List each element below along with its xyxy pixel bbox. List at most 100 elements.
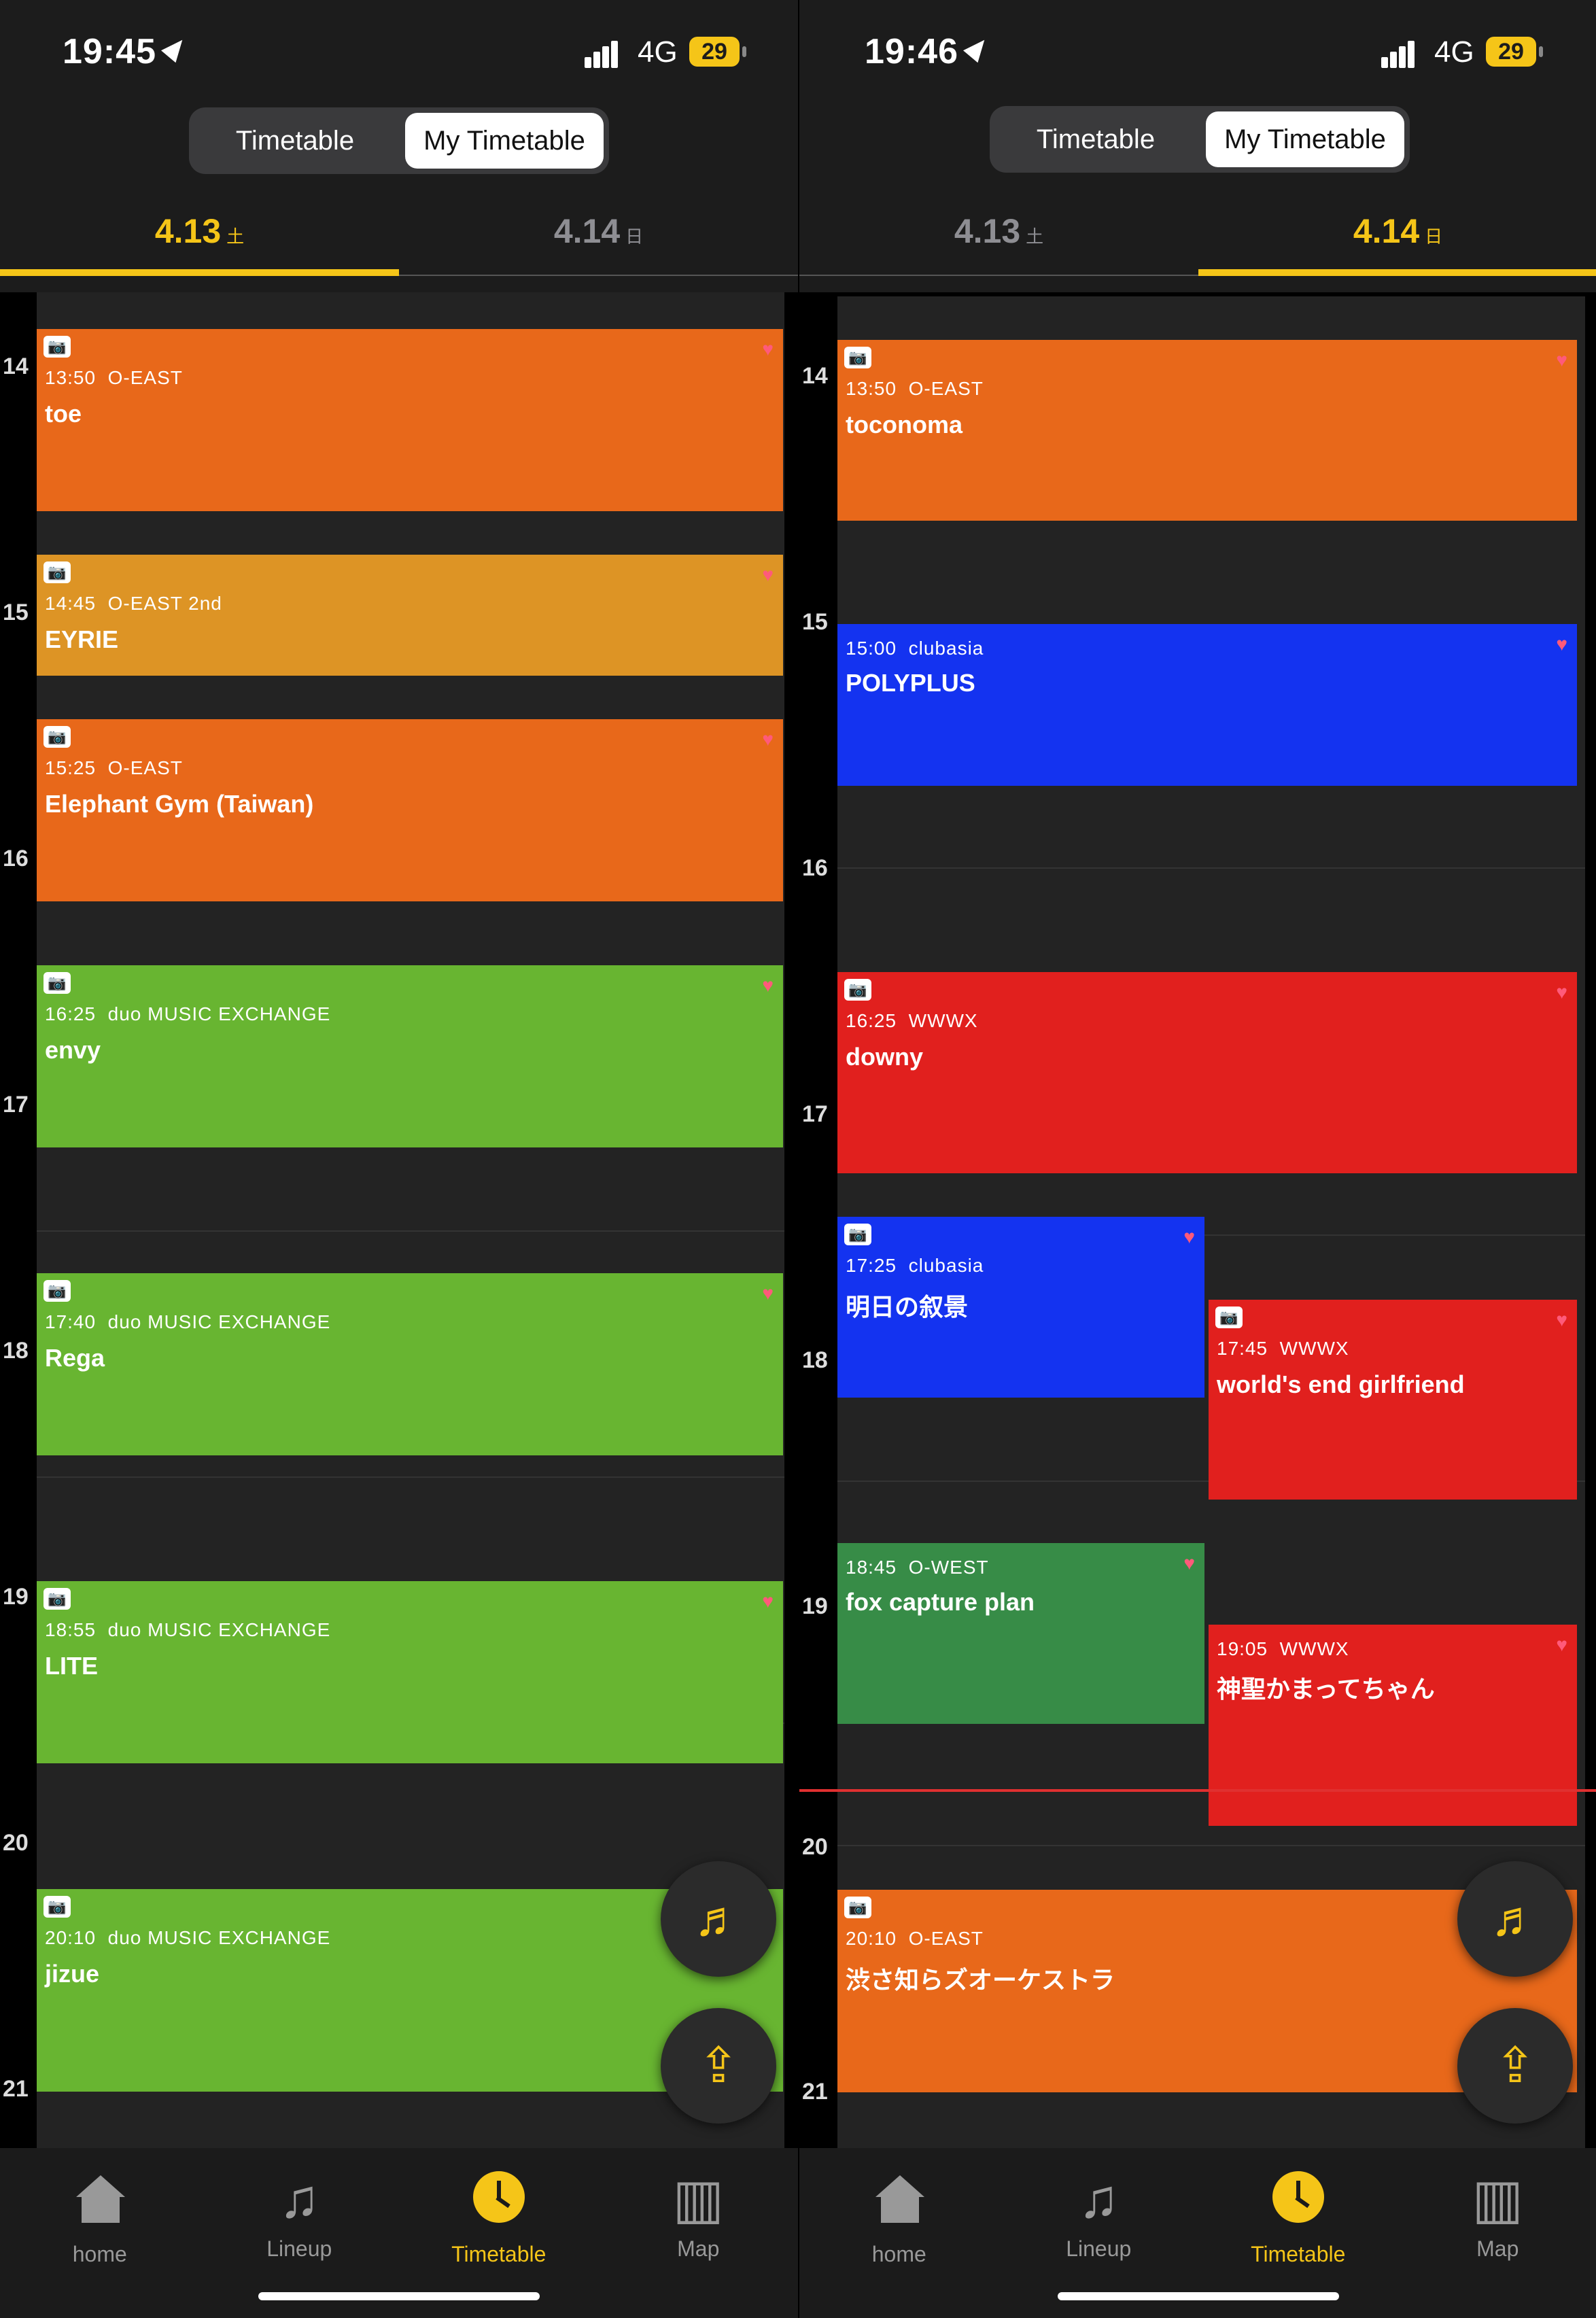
- event-meta: 17:40 duo MUSIC EXCHANGE: [45, 1311, 331, 1332]
- status-time: 19:45: [63, 31, 190, 72]
- tab-timetable[interactable]: Timetable: [399, 2162, 599, 2267]
- home-icon: [75, 2175, 125, 2223]
- segment-timetable[interactable]: Timetable: [194, 113, 396, 169]
- tab-lineup[interactable]: ♫ Lineup: [200, 2162, 400, 2262]
- heart-icon[interactable]: ♥: [762, 1283, 774, 1304]
- event-card[interactable]: 📷 ♥ 14:45 O-EAST 2nd EYRIE: [37, 555, 783, 676]
- status-time: 19:46: [865, 31, 992, 72]
- segment-my-timetable[interactable]: My Timetable: [405, 113, 604, 169]
- event-meta: 14:45 O-EAST 2nd: [45, 593, 222, 614]
- map-icon: ▥: [1472, 2168, 1524, 2229]
- status-bar: 19:46 4G 29: [799, 0, 1596, 95]
- music-note-icon: ♫: [1078, 2168, 1120, 2229]
- camera-icon: 📷: [44, 561, 71, 583]
- event-card[interactable]: 📷 ♥ 13:50 O-EAST toconoma: [837, 340, 1577, 521]
- heart-icon[interactable]: ♥: [762, 729, 774, 750]
- event-artist: toe: [45, 400, 82, 428]
- heart-icon[interactable]: ♥: [1556, 1309, 1567, 1331]
- event-meta: 17:45 WWWX: [1217, 1338, 1349, 1359]
- playlist-button[interactable]: ♬: [1457, 1861, 1573, 1977]
- camera-icon: 📷: [844, 1897, 871, 1918]
- heart-icon[interactable]: ♥: [1183, 1226, 1195, 1248]
- heart-icon[interactable]: ♥: [762, 339, 774, 360]
- event-artist: 渋さ知らズオーケストラ: [846, 1966, 1115, 1994]
- clock-icon: [472, 2171, 525, 2223]
- hour-label: 16: [802, 855, 828, 881]
- screen-left: 19:45 4G 29 Timetable My Timetable 4.13 土…: [0, 0, 798, 2318]
- event-artist: downy: [846, 1043, 923, 1071]
- camera-icon: 📷: [1215, 1307, 1243, 1328]
- tab-timetable[interactable]: Timetable: [1198, 2162, 1398, 2267]
- tab-bar: home ♫ Lineup Timetable ▥ Map: [0, 2148, 798, 2318]
- heart-icon[interactable]: ♥: [1556, 349, 1567, 371]
- camera-icon: 📷: [44, 1588, 71, 1610]
- hour-label: 20: [3, 1830, 29, 1856]
- event-card[interactable]: ♥ 19:05 WWWX 神聖かまってちゃん: [1209, 1625, 1577, 1826]
- share-icon: ⇪: [697, 2039, 740, 2093]
- segment-my-timetable[interactable]: My Timetable: [1206, 111, 1404, 167]
- event-meta: 20:10 duo MUSIC EXCHANGE: [45, 1927, 331, 1948]
- hour-label: 16: [3, 846, 29, 871]
- heart-icon[interactable]: ♥: [1556, 1634, 1567, 1656]
- event-card[interactable]: 📷 ♥ 15:25 O-EAST Elephant Gym (Taiwan): [37, 719, 783, 901]
- date-tab-0413[interactable]: 4.13 土: [799, 197, 1198, 276]
- event-card[interactable]: 📷 ♥ 17:25 clubasia 明日の叙景: [837, 1217, 1204, 1398]
- share-icon: ⇪: [1494, 2039, 1536, 2093]
- date-tab-0413[interactable]: 4.13 土: [0, 197, 399, 276]
- camera-icon: 📷: [44, 336, 71, 358]
- network-type: 4G: [638, 35, 678, 69]
- share-button[interactable]: ⇪: [661, 2008, 776, 2124]
- event-artist: envy: [45, 1036, 101, 1064]
- view-segmented-control: Timetable My Timetable: [189, 107, 609, 174]
- battery-icon: 29: [1486, 37, 1543, 67]
- event-card[interactable]: 📷 ♥ 17:40 duo MUSIC EXCHANGE Rega: [37, 1273, 783, 1455]
- event-artist: Elephant Gym (Taiwan): [45, 790, 314, 818]
- hour-label: 19: [3, 1584, 29, 1610]
- status-bar: 19:45 4G 29: [0, 0, 798, 95]
- event-card[interactable]: ♥ 18:45 O-WEST fox capture plan: [837, 1543, 1204, 1724]
- event-card[interactable]: 📷 ♥ 16:25 WWWX downy: [837, 972, 1577, 1173]
- share-button[interactable]: ⇪: [1457, 2008, 1573, 2124]
- event-card[interactable]: 📷 ♥ 18:55 duo MUSIC EXCHANGE LITE: [37, 1581, 783, 1763]
- event-card[interactable]: 📷 ♥ 17:45 WWWX world's end girlfriend: [1209, 1300, 1577, 1500]
- heart-icon[interactable]: ♥: [1556, 982, 1567, 1003]
- heart-icon[interactable]: ♥: [762, 975, 774, 997]
- tab-map[interactable]: ▥ Map: [1398, 2162, 1596, 2262]
- tab-home[interactable]: home: [0, 2162, 200, 2267]
- camera-icon: 📷: [844, 979, 871, 1001]
- home-icon: [875, 2175, 924, 2223]
- event-card[interactable]: ♥ 15:00 clubasia POLYPLUS: [837, 624, 1577, 786]
- tab-lineup[interactable]: ♫ Lineup: [999, 2162, 1199, 2262]
- hour-label: 17: [3, 1092, 29, 1118]
- hour-label: 15: [802, 609, 828, 635]
- event-artist: 明日の叙景: [846, 1293, 969, 1321]
- tab-home[interactable]: home: [799, 2162, 999, 2267]
- segment-timetable[interactable]: Timetable: [995, 111, 1196, 167]
- heart-icon[interactable]: ♥: [762, 564, 774, 586]
- network-type: 4G: [1434, 35, 1474, 69]
- heart-icon[interactable]: ♥: [1183, 1553, 1195, 1574]
- event-meta: 16:25 WWWX: [846, 1010, 978, 1031]
- camera-icon: 📷: [44, 726, 71, 748]
- tab-bar: home ♫ Lineup Timetable ▥ Map: [799, 2148, 1596, 2318]
- hour-label: 20: [802, 1834, 828, 1860]
- event-artist: POLYPLUS: [846, 669, 975, 697]
- event-card[interactable]: 📷 ♥ 13:50 O-EAST toe: [37, 329, 783, 511]
- event-artist: LITE: [45, 1652, 98, 1680]
- hour-label: 21: [802, 2079, 828, 2105]
- event-card[interactable]: 📷 ♥ 16:25 duo MUSIC EXCHANGE envy: [37, 965, 783, 1147]
- heart-icon[interactable]: ♥: [1556, 634, 1567, 655]
- playlist-music-icon: ♬: [694, 1892, 743, 1946]
- camera-icon: 📷: [844, 1224, 871, 1245]
- date-tabs: 4.13 土 4.14 日: [0, 197, 798, 277]
- date-tab-0414[interactable]: 4.14 日: [399, 197, 798, 276]
- playlist-music-icon: ♬: [1491, 1892, 1540, 1946]
- heart-icon[interactable]: ♥: [762, 1591, 774, 1612]
- date-tab-0414[interactable]: 4.14 日: [1198, 197, 1596, 276]
- playlist-button[interactable]: ♬: [661, 1861, 776, 1977]
- clock-icon: [1272, 2171, 1324, 2223]
- hour-label: 17: [802, 1101, 828, 1127]
- hour-label: 14: [3, 353, 29, 379]
- tab-map[interactable]: ▥ Map: [599, 2162, 799, 2262]
- camera-icon: 📷: [44, 972, 71, 994]
